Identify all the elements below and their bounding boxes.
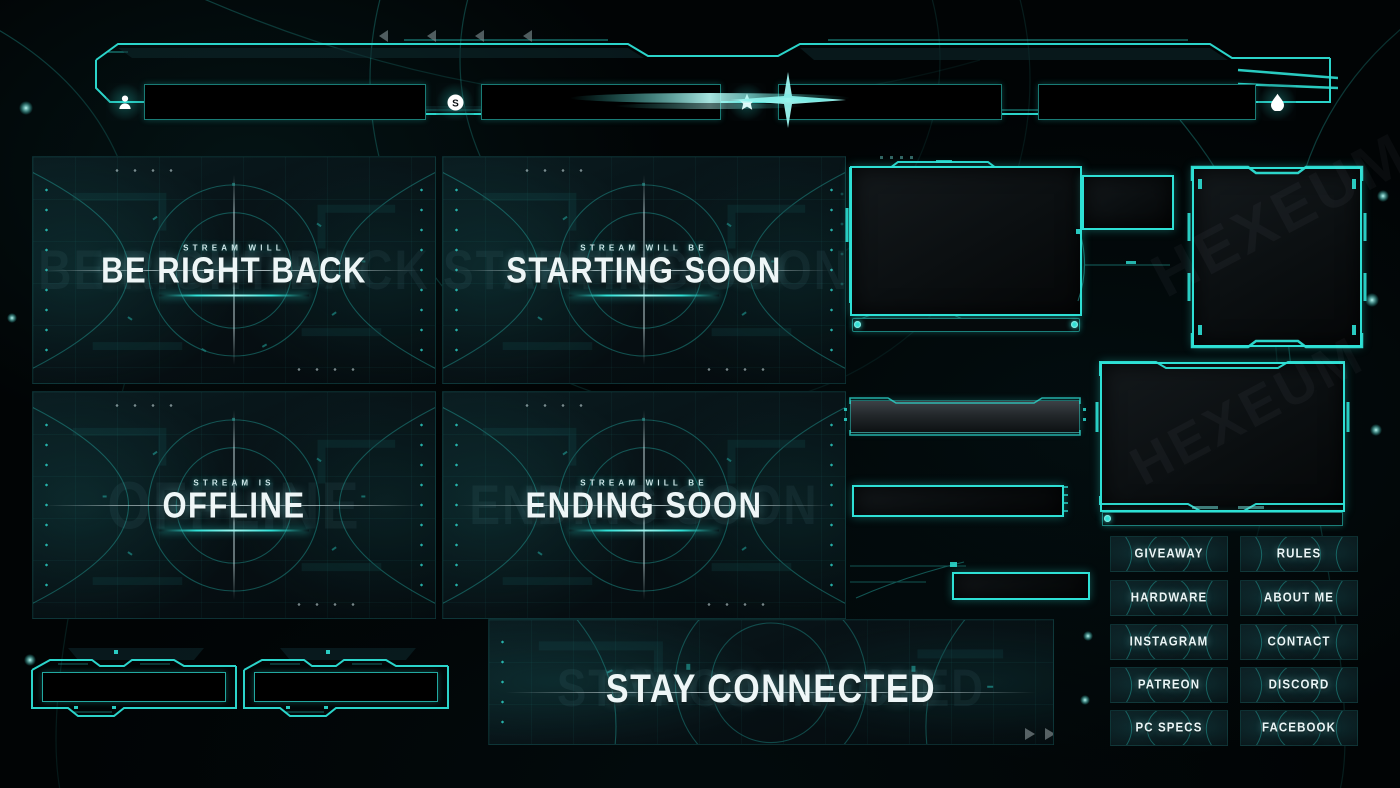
scene-underbar xyxy=(569,529,719,532)
webcam-large-led-right xyxy=(1071,321,1078,328)
scene-starting-soon[interactable]: STARTING SOON STREAM WILL BE STARTING SO… xyxy=(442,156,846,384)
chat-header-chassis xyxy=(844,397,1086,436)
panel-button-pc-specs[interactable]: PC SPECS xyxy=(1110,710,1228,746)
webcam-large-led-left xyxy=(854,321,861,328)
scene-title: STARTING SOON xyxy=(506,249,782,291)
panel-button-patreon[interactable]: PATREON xyxy=(1110,667,1228,703)
scene-dots-top xyxy=(518,169,588,172)
chat-header-bar[interactable] xyxy=(844,397,1086,436)
webcam-frame-small[interactable] xyxy=(1076,175,1174,302)
panel-button-label: PATREON xyxy=(1137,678,1201,692)
panel-button-label: FACEBOOK xyxy=(1262,721,1336,735)
scene-underbar xyxy=(159,294,309,297)
facecam-wide-bottom-bar[interactable] xyxy=(1102,512,1343,526)
label-left-field[interactable] xyxy=(42,672,226,702)
scene-dots-bottom xyxy=(290,368,360,371)
alert-bar[interactable] xyxy=(852,485,1064,517)
label-frame-right[interactable] xyxy=(240,648,452,720)
facecam-wide-led xyxy=(1104,515,1111,522)
webcam-small-screen[interactable] xyxy=(1082,175,1174,230)
webcam-frame-large[interactable] xyxy=(840,156,1082,332)
label-frame-left[interactable] xyxy=(28,648,240,720)
scene-dots-bottom xyxy=(700,603,770,606)
scene-underbar xyxy=(159,529,309,532)
scene-offline[interactable]: OFFLINE STREAM IS OFFLINE xyxy=(32,391,436,619)
scene-dots-bottom xyxy=(700,368,770,371)
stay-connected-banner[interactable]: STAY CONNECTED STAY CONNECTED xyxy=(488,619,1054,745)
diamond-icon[interactable] xyxy=(1258,83,1296,121)
panel-button-giveaway[interactable]: GIVEAWAY xyxy=(1110,536,1228,572)
scene-dots-top xyxy=(108,169,178,172)
dollar-icon[interactable]: S xyxy=(436,83,474,121)
webcam-small-decor xyxy=(1076,229,1170,302)
alert-bar-ticks xyxy=(1064,486,1068,512)
panel-button-label: CONTACT xyxy=(1267,635,1331,649)
scene-title: OFFLINE xyxy=(162,484,306,526)
panel-button-contact[interactable]: CONTACT xyxy=(1240,624,1358,660)
scene-dots-top xyxy=(518,404,588,407)
panel-button-discord[interactable]: DISCORD xyxy=(1240,667,1358,703)
banner-field-4[interactable] xyxy=(1038,84,1256,120)
webcam-large-bottom-bar[interactable] xyxy=(852,318,1080,332)
panel-button-rules[interactable]: RULES xyxy=(1240,536,1358,572)
label-right-field[interactable] xyxy=(254,672,438,702)
panel-button-label: PC SPECS xyxy=(1135,721,1203,735)
input-bar-decor xyxy=(850,561,966,599)
overlay-pack-canvas: S STREAM WILL BE RIGHT BACK STREAM WILL … xyxy=(0,0,1400,788)
svg-text:S: S xyxy=(452,98,459,109)
panel-button-label: HARDWARE xyxy=(1130,591,1208,605)
scene-dots-bottom xyxy=(290,603,360,606)
scene-text-block: STREAM WILL BE ENDING SOON xyxy=(443,479,845,532)
banner-field-1[interactable] xyxy=(144,84,426,120)
panel-button-hardware[interactable]: HARDWARE xyxy=(1110,580,1228,616)
panel-button-label: INSTAGRAM xyxy=(1129,635,1209,649)
panel-button-label: ABOUT ME xyxy=(1263,591,1335,605)
banner-arrows-icon xyxy=(1025,728,1053,740)
scene-text-block: STREAM WILL BE RIGHT BACK xyxy=(33,244,435,297)
banner-glow-beam xyxy=(570,93,850,109)
scene-title: ENDING SOON xyxy=(525,484,763,526)
panel-button-facebook[interactable]: FACEBOOK xyxy=(1240,710,1358,746)
panel-button-instagram[interactable]: INSTAGRAM xyxy=(1110,624,1228,660)
scene-ending-soon[interactable]: ENDING SOON STREAM WILL BE ENDING SOON xyxy=(442,391,846,619)
webcam-large-screen[interactable] xyxy=(850,166,1082,316)
panel-button-label: RULES xyxy=(1276,547,1322,561)
facecam-frame-vertical[interactable] xyxy=(1187,165,1367,349)
scene-text-block: STREAM WILL BE STARTING SOON xyxy=(443,244,845,297)
facecam-frame-wide[interactable] xyxy=(1095,361,1350,526)
scene-text-block: STREAM IS OFFLINE xyxy=(33,479,435,532)
panel-button-about-me[interactable]: ABOUT ME xyxy=(1240,580,1358,616)
panel-button-label: GIVEAWAY xyxy=(1134,547,1204,561)
stay-connected-title: STAY CONNECTED xyxy=(605,667,937,712)
facecam-vertical-chassis xyxy=(1187,165,1367,349)
scene-be-right-back[interactable]: BE RIGHT BACK STREAM WILL BE RIGHT BACK xyxy=(32,156,436,384)
user-icon[interactable] xyxy=(106,83,144,121)
scene-dots-top xyxy=(108,404,178,407)
facecam-wide-chassis xyxy=(1095,361,1350,513)
scene-underbar xyxy=(569,294,719,297)
panel-button-label: DISCORD xyxy=(1268,678,1330,692)
scene-text-block: STAY CONNECTED xyxy=(489,667,1053,712)
scene-title: BE RIGHT BACK xyxy=(101,249,367,291)
